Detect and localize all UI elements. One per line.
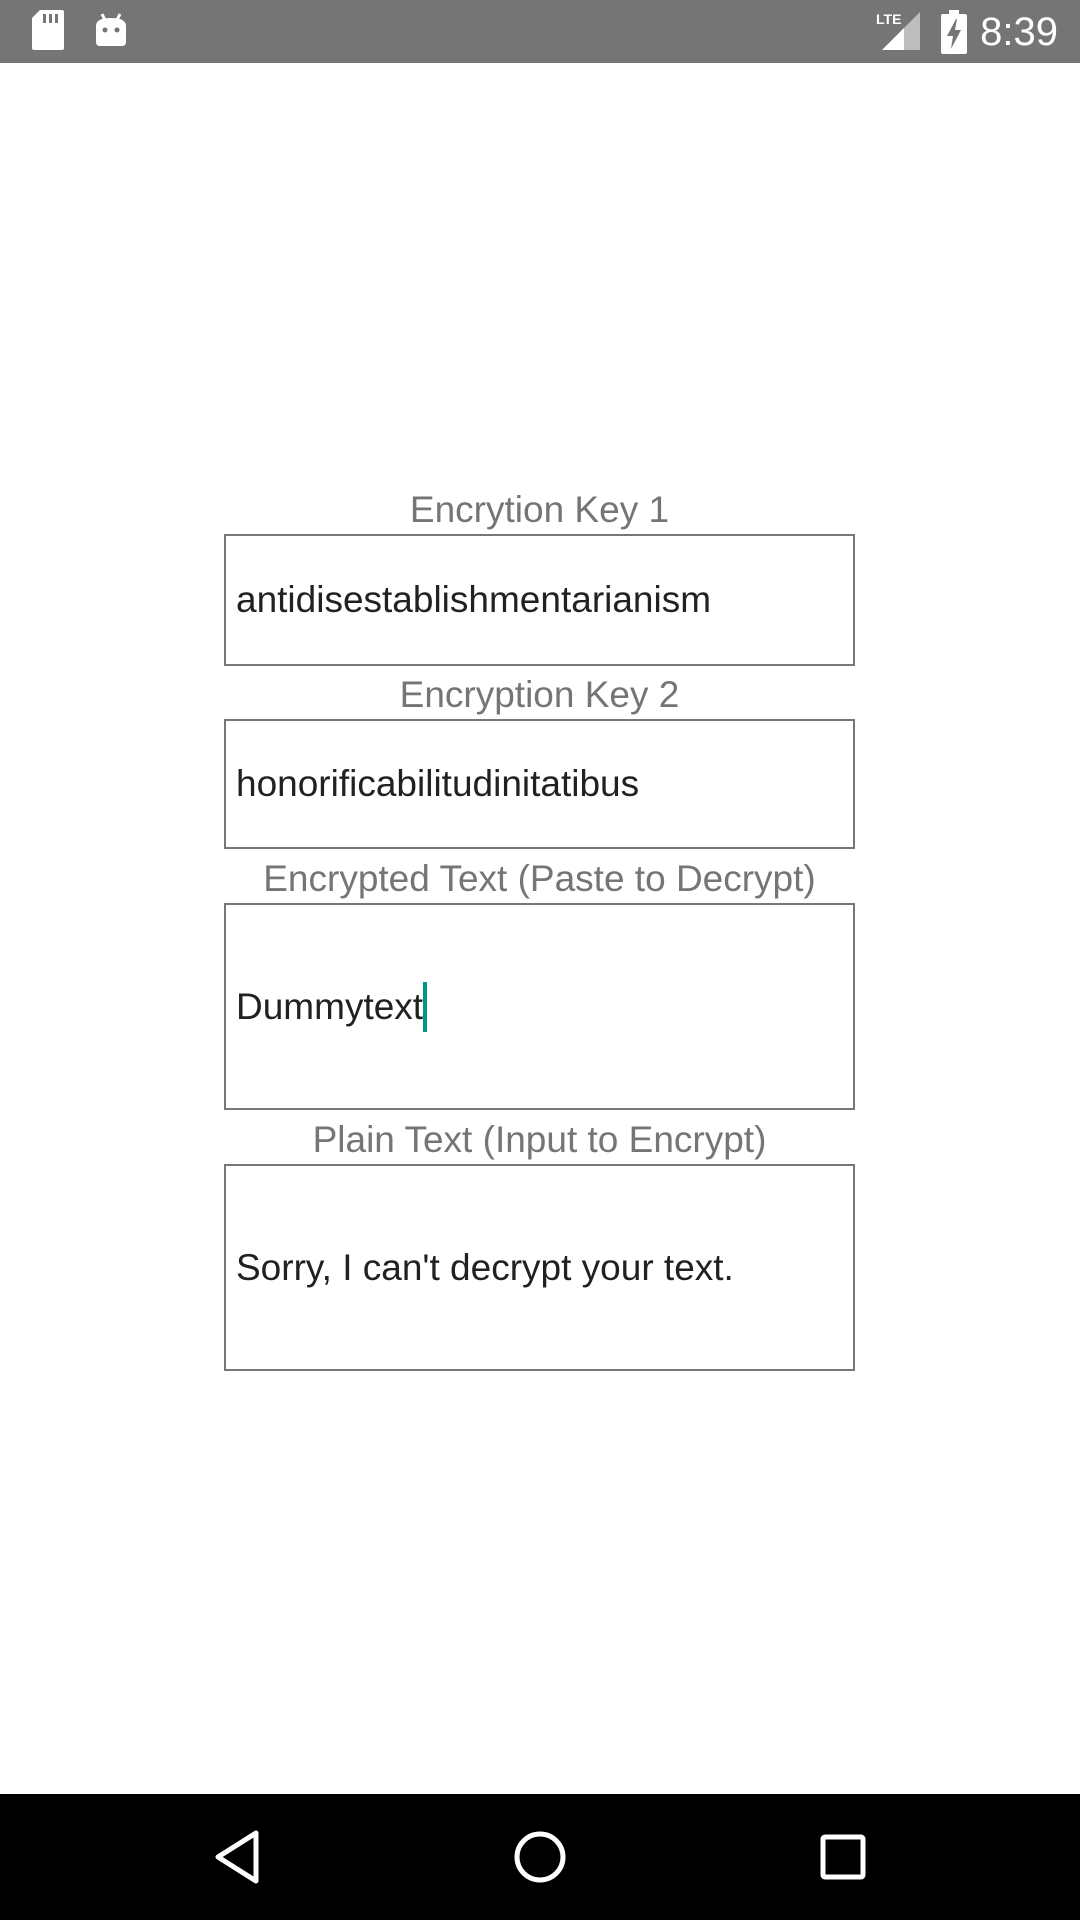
key2-value: honorificabilitudinitatibus [236,763,640,804]
signal-icon: LTE [874,10,922,57]
key1-value: antidisestablishmentarianism [236,579,712,620]
key2-input[interactable]: honorificabilitudinitatibus [224,719,855,849]
android-icon [94,12,128,53]
back-icon [215,1830,259,1884]
encrypted-text-value-wrap: Dummytext [226,981,428,1032]
key1-input[interactable]: antidisestablishmentarianism [224,534,855,666]
home-button[interactable] [505,1822,575,1892]
network-type-label: LTE [876,11,901,27]
plain-text-label: Plain Text (Input to Encrypt) [312,1119,767,1160]
main-content: Encrytion Key 1 antidisestablishmentaria… [0,63,1080,1794]
key2-label: Encryption Key 2 [399,674,680,715]
battery-charging-icon [940,10,968,59]
encrypted-text-value: Dummytext [236,985,424,1027]
sd-card-icon [32,10,64,55]
key1-label: Encrytion Key 1 [409,489,670,530]
navigation-bar [0,1794,1080,1920]
recents-button[interactable] [808,1822,878,1892]
status-bar: LTE 8:39 [0,0,1080,63]
text-cursor [423,981,428,1032]
plain-text-value: Sorry, I can't decrypt your text. [236,1246,734,1288]
encrypted-text-label: Encrypted Text (Paste to Decrypt) [263,858,816,899]
clock: 8:39 [980,10,1058,54]
plain-text-input[interactable]: Sorry, I can't decrypt your text. [224,1164,855,1371]
encrypted-text-input[interactable]: Dummytext [224,903,855,1110]
recents-icon [820,1834,866,1880]
back-button[interactable] [202,1822,272,1892]
home-icon [514,1831,566,1883]
